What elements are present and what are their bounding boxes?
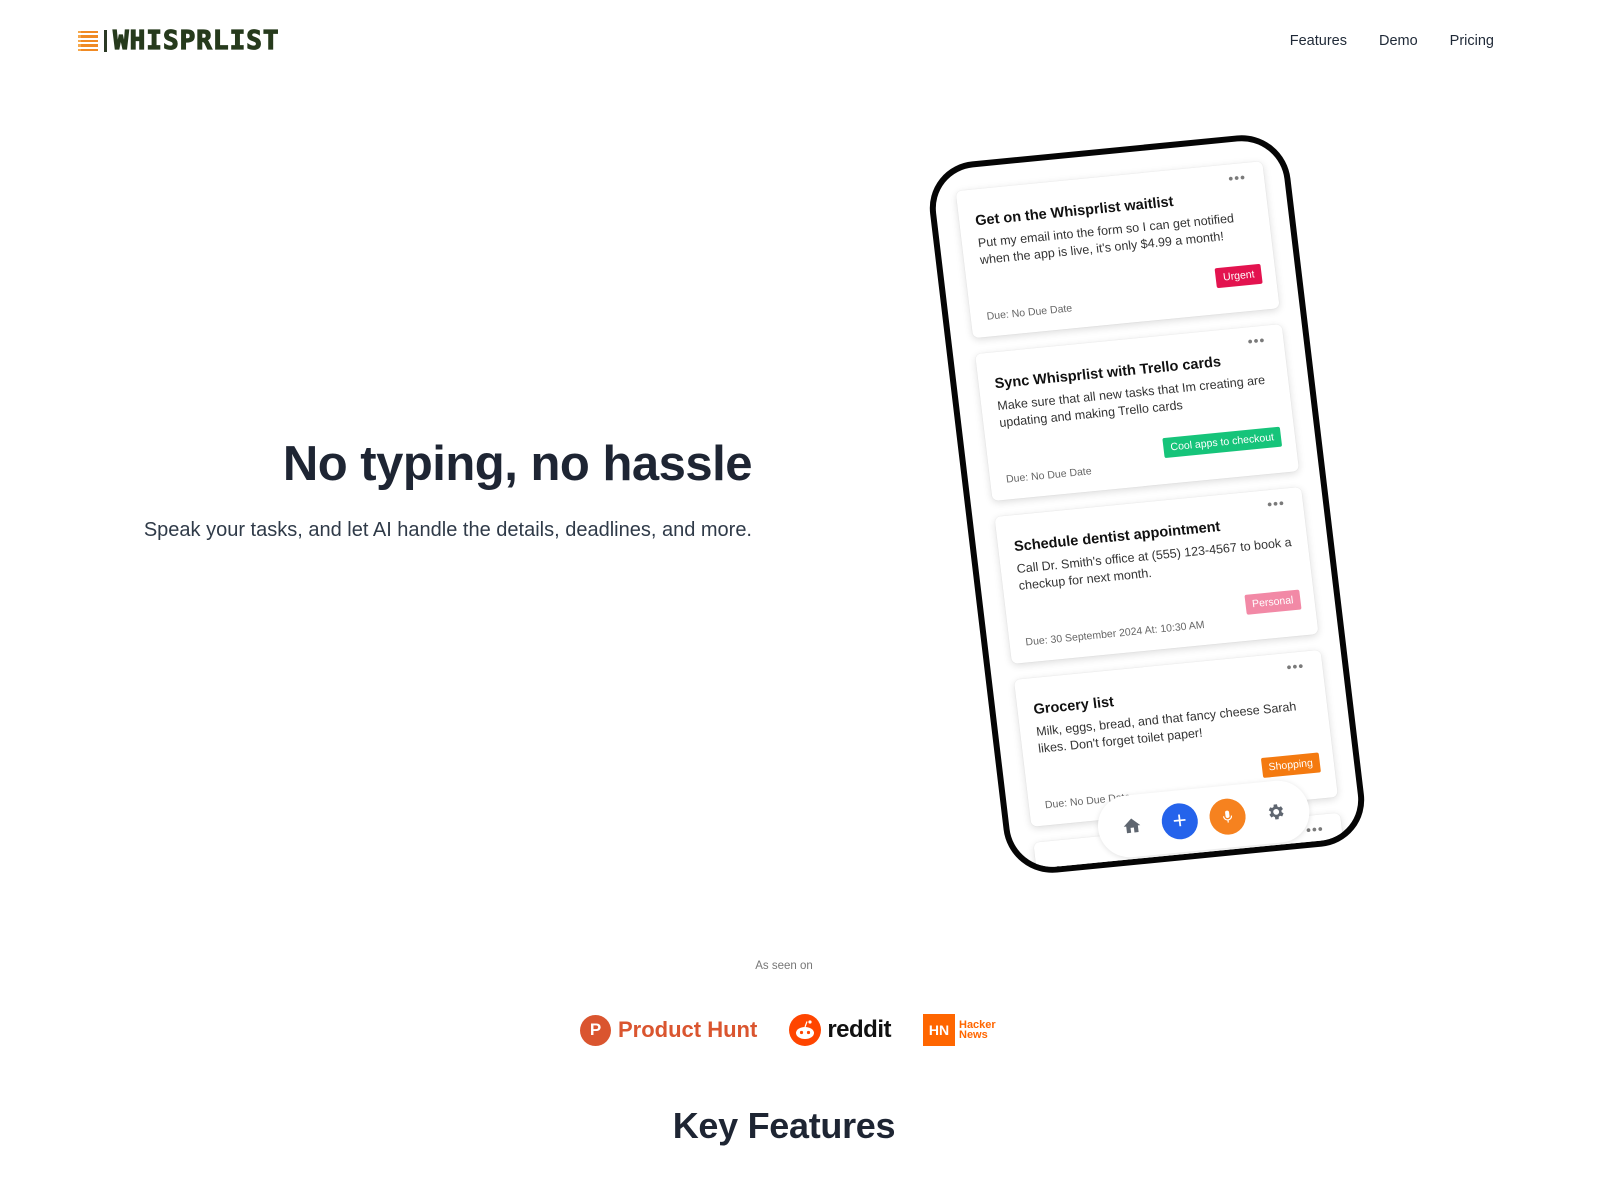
more-options-icon[interactable]: ••• [1247,332,1267,350]
more-options-icon[interactable]: ••• [1227,169,1247,187]
press-logos: P Product Hunt reddit HN Hacker News [580,1014,996,1046]
task-tag: Cool apps to checkout [1162,426,1283,459]
task-tag: Shopping [1260,752,1321,779]
task-due: Due: No Due Date [986,302,1073,323]
task-card[interactable]: ••• Get on the Whisprlist waitlist Put m… [955,161,1280,339]
logo[interactable]: WHISPRLIST [78,25,280,57]
task-tag: Urgent [1215,263,1263,289]
phone-screen: ••• Get on the Whisprlist waitlist Put m… [931,137,1363,878]
product-hunt-text: Product Hunt [618,1017,758,1042]
task-due: Due: No Due Date [1005,465,1093,486]
main-nav: Features Demo Pricing [1290,33,1494,49]
hero-subtitle: Speak your tasks, and let AI handle the … [143,519,752,541]
mic-icon [1222,810,1233,823]
home-icon [1123,818,1141,834]
hacker-news-logo[interactable]: HN Hacker News [923,1014,996,1046]
settings-button[interactable] [1255,792,1295,831]
hero-title: No typing, no hassle [282,437,753,491]
product-hunt-logo[interactable]: P Product Hunt [580,1014,758,1046]
gear-icon [1268,804,1284,820]
reddit-icon [789,1014,822,1046]
nav-link-pricing[interactable]: Pricing [1450,33,1494,49]
key-features-title: Key Features [672,1105,896,1146]
more-options-icon[interactable]: ••• [1286,657,1306,675]
logo-text: WHISPRLIST [112,25,280,56]
phone-frame: ••• Get on the Whisprlist waitlist Put m… [924,130,1370,878]
nav-link-features[interactable]: Features [1290,33,1347,49]
reddit-text: reddit [827,1016,891,1043]
logo-divider [104,30,107,52]
nav-link-demo[interactable]: Demo [1379,33,1418,49]
hacker-news-text: Hacker News [959,1020,996,1041]
more-options-icon[interactable]: ••• [1266,495,1286,513]
task-card[interactable]: ••• Schedule dentist appointment Call Dr… [994,486,1319,664]
hacker-news-icon: HN [923,1014,955,1046]
list-logo-icon [78,31,98,51]
reddit-logo[interactable]: reddit [789,1014,891,1046]
hacker-news-line2: News [959,1029,988,1041]
task-tag: Personal [1243,589,1302,615]
task-due: Due: 30 September 2024 At: 10:30 AM [1024,619,1206,649]
phone-mockup: ••• Get on the Whisprlist waitlist Put m… [924,130,1370,878]
as-seen-on-label: As seen on [755,960,813,972]
more-options-icon[interactable]: ••• [1305,820,1325,838]
add-task-button[interactable]: + [1159,801,1200,841]
plus-icon: + [1171,806,1189,835]
site-header: WHISPRLIST Features Demo Pricing [0,0,1600,84]
task-card[interactable]: ••• Sync Whisprlist with Trello cards Ma… [975,324,1300,502]
home-button[interactable] [1112,806,1152,845]
product-hunt-icon: P [580,1014,611,1046]
voice-record-button[interactable] [1207,796,1248,837]
